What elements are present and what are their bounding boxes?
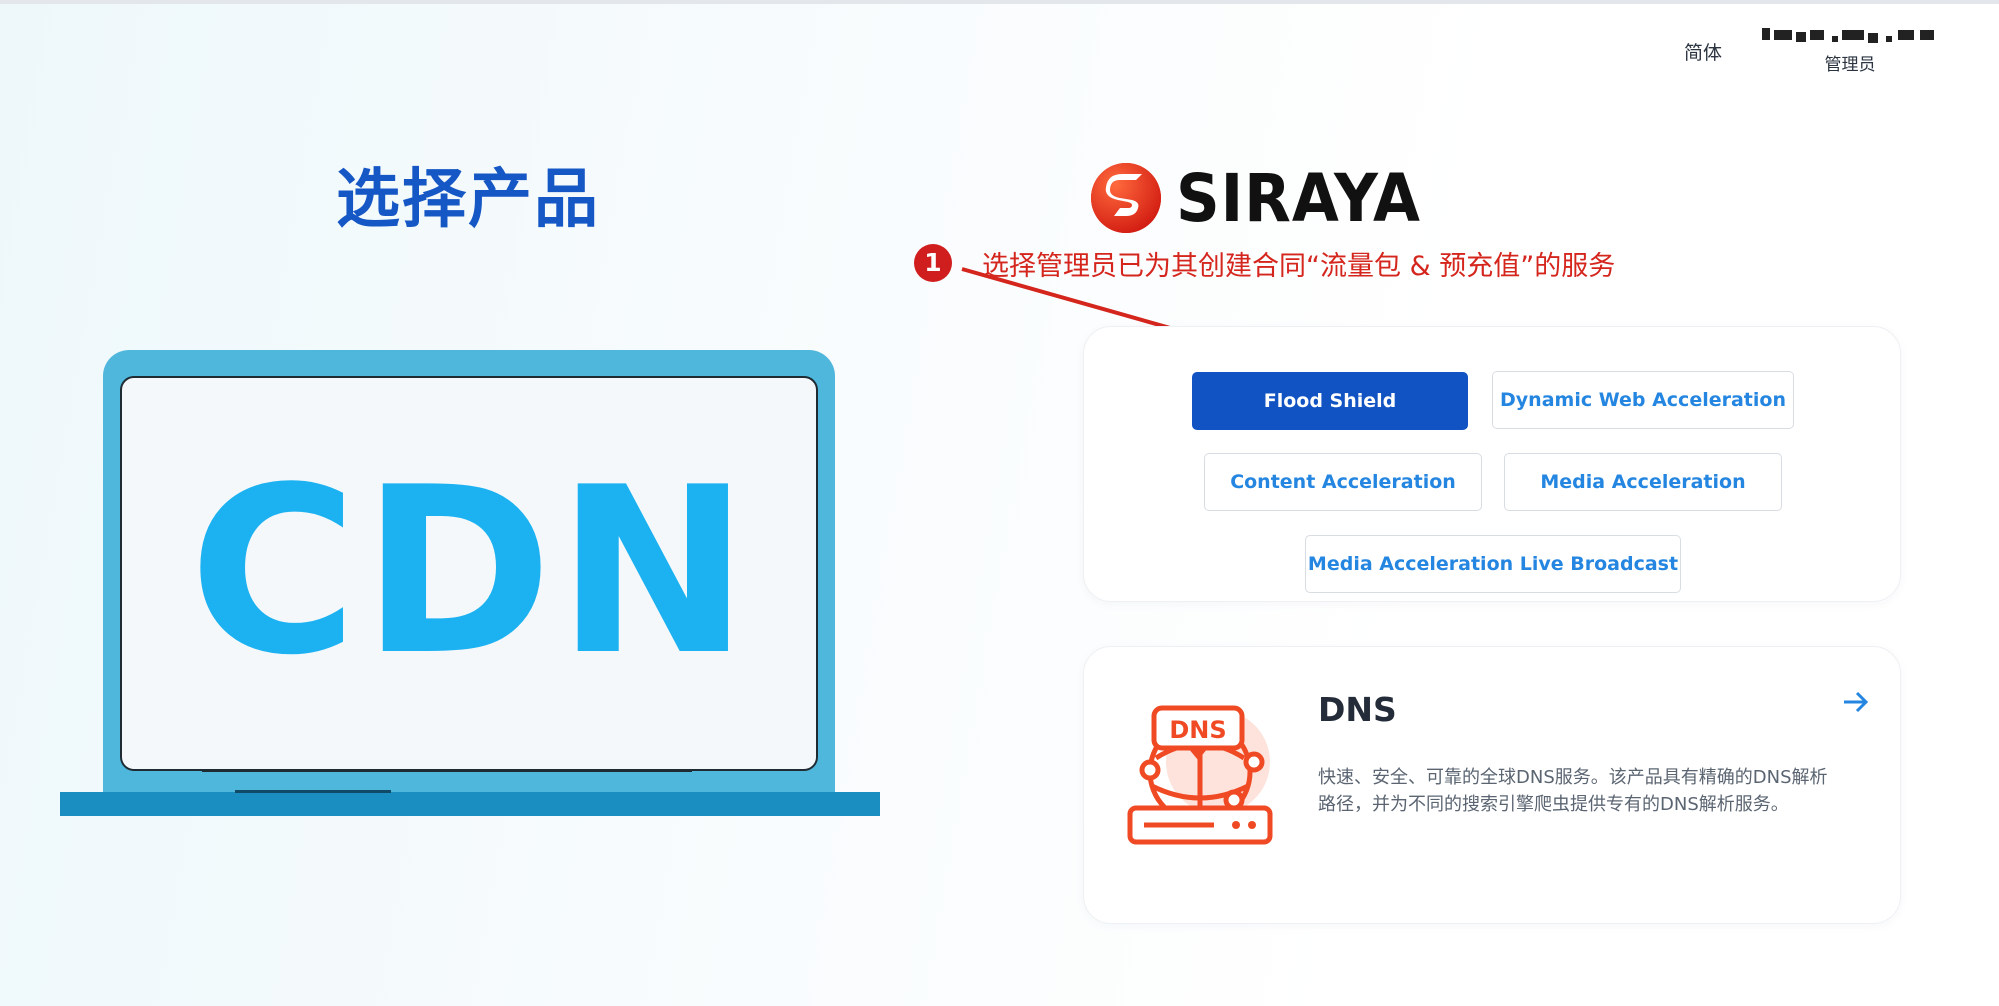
product-button-content-acceleration[interactable]: Content Acceleration [1204,453,1482,511]
brand-name: SIRAYA [1176,159,1421,237]
user-name-redacted [1762,26,1938,44]
product-button-media-acceleration-live-broadcast[interactable]: Media Acceleration Live Broadcast [1305,535,1681,593]
step-badge: 1 [914,244,952,282]
brand-logo: SIRAYA [1090,159,1442,237]
top-border [0,0,1999,4]
cdn-laptop-illustration: CDN [60,350,880,816]
cdn-hero-text: CDN [188,439,754,706]
page-title: 选择产品 [336,163,600,237]
user-menu[interactable]: 管理员 [1760,26,1940,75]
dns-icon-label: DNS [1169,716,1226,744]
siraya-logo-icon [1091,163,1161,233]
product-button-flood-shield[interactable]: Flood Shield [1192,372,1468,430]
product-button-media-acceleration[interactable]: Media Acceleration [1504,453,1782,511]
annotation-text: 选择管理员已为其创建合同“流量包 & 预充值”的服务 [982,251,1616,282]
language-switch[interactable]: 简体 [1684,38,1722,65]
dns-title: DNS [1318,690,1397,729]
product-button-dynamic-web-acceleration[interactable]: Dynamic Web Acceleration [1492,371,1794,429]
user-role: 管理员 [1824,55,1876,75]
dns-server-icon: DNS [1127,705,1273,845]
arrow-right-icon[interactable] [1840,686,1872,718]
dns-description: 快速、安全、可靠的全球DNS服务。该产品具有精确的DNS解析路径，并为不同的搜索… [1318,767,1828,815]
